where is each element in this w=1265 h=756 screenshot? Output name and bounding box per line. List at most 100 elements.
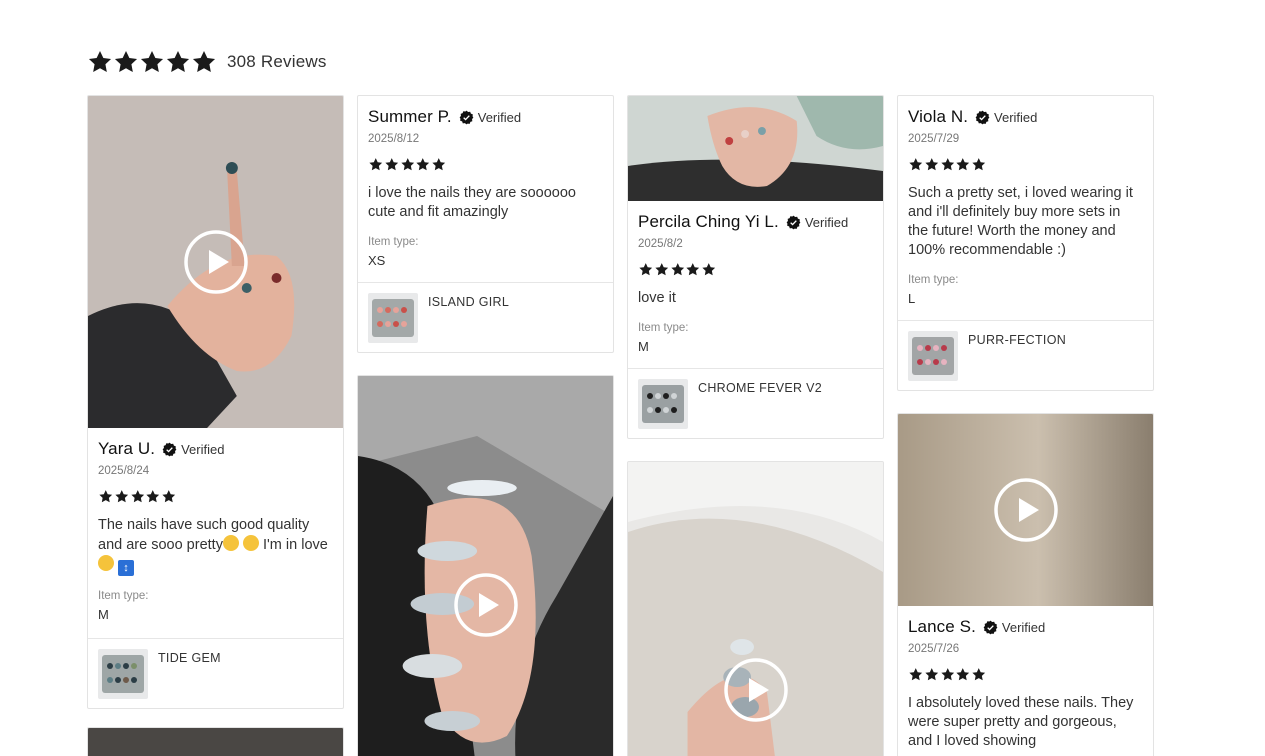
product-thumbnail[interactable] [908, 331, 958, 381]
product-thumbnail[interactable] [638, 379, 688, 429]
review-video[interactable] [628, 462, 883, 756]
reviewer-name: Percila Ching Yi L. [638, 212, 779, 231]
play-icon[interactable] [453, 573, 518, 637]
star-icon [655, 263, 668, 276]
review-card[interactable] [627, 461, 884, 756]
summary-stars [87, 49, 217, 75]
review-card[interactable]: Lance S. Verified 2025/7/26 I absolutely… [897, 413, 1154, 756]
item-type-label: Item type: [638, 322, 689, 334]
item-type-label: Item type: [368, 236, 419, 248]
star-icon [432, 158, 446, 171]
product-name[interactable]: TIDE GEM [158, 651, 221, 698]
item-type-value: M [98, 607, 109, 622]
review-photo [628, 96, 883, 201]
review-text: love it [638, 290, 676, 306]
star-icon [99, 490, 113, 503]
review-card[interactable]: Yara U. Verified 2025/8/24 The nails hav… [87, 95, 344, 709]
star-icon [88, 50, 112, 72]
review-text: Such a pretty set, i loved wearing it an… [908, 185, 1133, 258]
emoji-icon [98, 555, 114, 571]
star-icon [940, 158, 954, 171]
star-icon [972, 158, 986, 171]
star-icon [192, 50, 216, 72]
review-text: I absolutely loved these nails. They wer… [908, 695, 1134, 749]
star-icon [702, 263, 716, 276]
star-icon [114, 50, 138, 72]
verified-label: Verified [181, 441, 225, 457]
item-type-value: M [638, 339, 649, 354]
product-thumbnail[interactable] [98, 649, 148, 699]
review-card[interactable] [357, 375, 614, 756]
play-icon[interactable] [723, 658, 788, 722]
star-icon [140, 50, 164, 72]
emoji-icon: ↕ [118, 560, 135, 576]
reviewer-name: Lance S. [908, 617, 976, 636]
verified-label: Verified [477, 109, 522, 125]
reviewer-name: Viola N. [908, 107, 969, 126]
star-icon [940, 668, 954, 681]
verified-badge-icon [162, 442, 177, 456]
product-name[interactable]: CHROME FEVER V2 [698, 381, 822, 428]
verified-label: Verified [994, 109, 1038, 125]
verified-label: Verified [804, 214, 849, 230]
star-icon [166, 50, 190, 72]
review-video[interactable] [358, 376, 613, 756]
review-card[interactable]: Summer P. Verified 2025/8/12 i love the … [357, 95, 614, 353]
review-video[interactable] [88, 96, 343, 428]
review-card[interactable]: Percila Ching Yi L. Verified 2025/8/2 lo… [627, 95, 884, 439]
star-icon [162, 490, 176, 503]
emoji-icon [242, 535, 259, 551]
item-type-value: L [908, 291, 916, 306]
review-card[interactable] [87, 727, 344, 756]
star-icon [956, 668, 970, 681]
video-thumbnail [358, 376, 613, 756]
star-icon [956, 158, 970, 171]
play-icon[interactable] [993, 478, 1058, 542]
item-type-label: Item type: [908, 274, 959, 286]
star-icon [130, 490, 144, 503]
review-date: 2025/8/12 [368, 133, 420, 145]
star-icon [686, 263, 700, 276]
verified-badge-icon [459, 110, 474, 124]
star-icon [670, 263, 684, 276]
review-product[interactable]: TIDE GEM [88, 638, 343, 708]
review-product[interactable]: PURR-FECTION [898, 320, 1153, 390]
star-icon [909, 668, 923, 681]
star-icon [146, 490, 160, 503]
product-thumbnail[interactable] [368, 293, 418, 343]
review-stars [368, 157, 603, 172]
star-icon [909, 158, 923, 171]
verified-label: Verified [1001, 619, 1046, 635]
product-name[interactable]: ISLAND GIRL [428, 295, 509, 342]
star-icon [639, 263, 653, 276]
review-video[interactable] [898, 414, 1153, 606]
star-icon [400, 158, 414, 171]
review-product[interactable]: CHROME FEVER V2 [628, 368, 883, 438]
review-image[interactable] [628, 96, 883, 201]
review-text: i love the nails they are soooooo cute a… [368, 185, 576, 220]
reviews-summary: 308 Reviews [87, 49, 327, 75]
verified-badge-icon [786, 215, 801, 229]
star-icon [385, 158, 398, 171]
review-stars [638, 262, 873, 277]
star-icon [925, 668, 938, 681]
star-icon [925, 158, 938, 171]
review-stars [908, 667, 1143, 682]
review-stars [908, 157, 1143, 172]
review-product[interactable]: ISLAND GIRL [358, 282, 613, 352]
review-image[interactable] [88, 728, 343, 756]
review-date: 2025/8/24 [98, 465, 150, 477]
star-icon [972, 668, 986, 681]
review-card[interactable]: Viola N. Verified 2025/7/29 Such a prett… [897, 95, 1154, 391]
verified-badge-icon [975, 110, 990, 124]
star-icon [115, 490, 128, 503]
play-icon[interactable] [183, 230, 248, 294]
product-name[interactable]: PURR-FECTION [968, 333, 1066, 380]
star-icon [369, 158, 383, 171]
emoji-icon [222, 535, 239, 551]
review-stars [98, 489, 333, 504]
item-type-label: Item type: [98, 590, 149, 602]
reviewer-name: Summer P. [368, 107, 452, 126]
item-type-value: XS [368, 253, 386, 268]
review-count: 308 Reviews [227, 52, 327, 71]
